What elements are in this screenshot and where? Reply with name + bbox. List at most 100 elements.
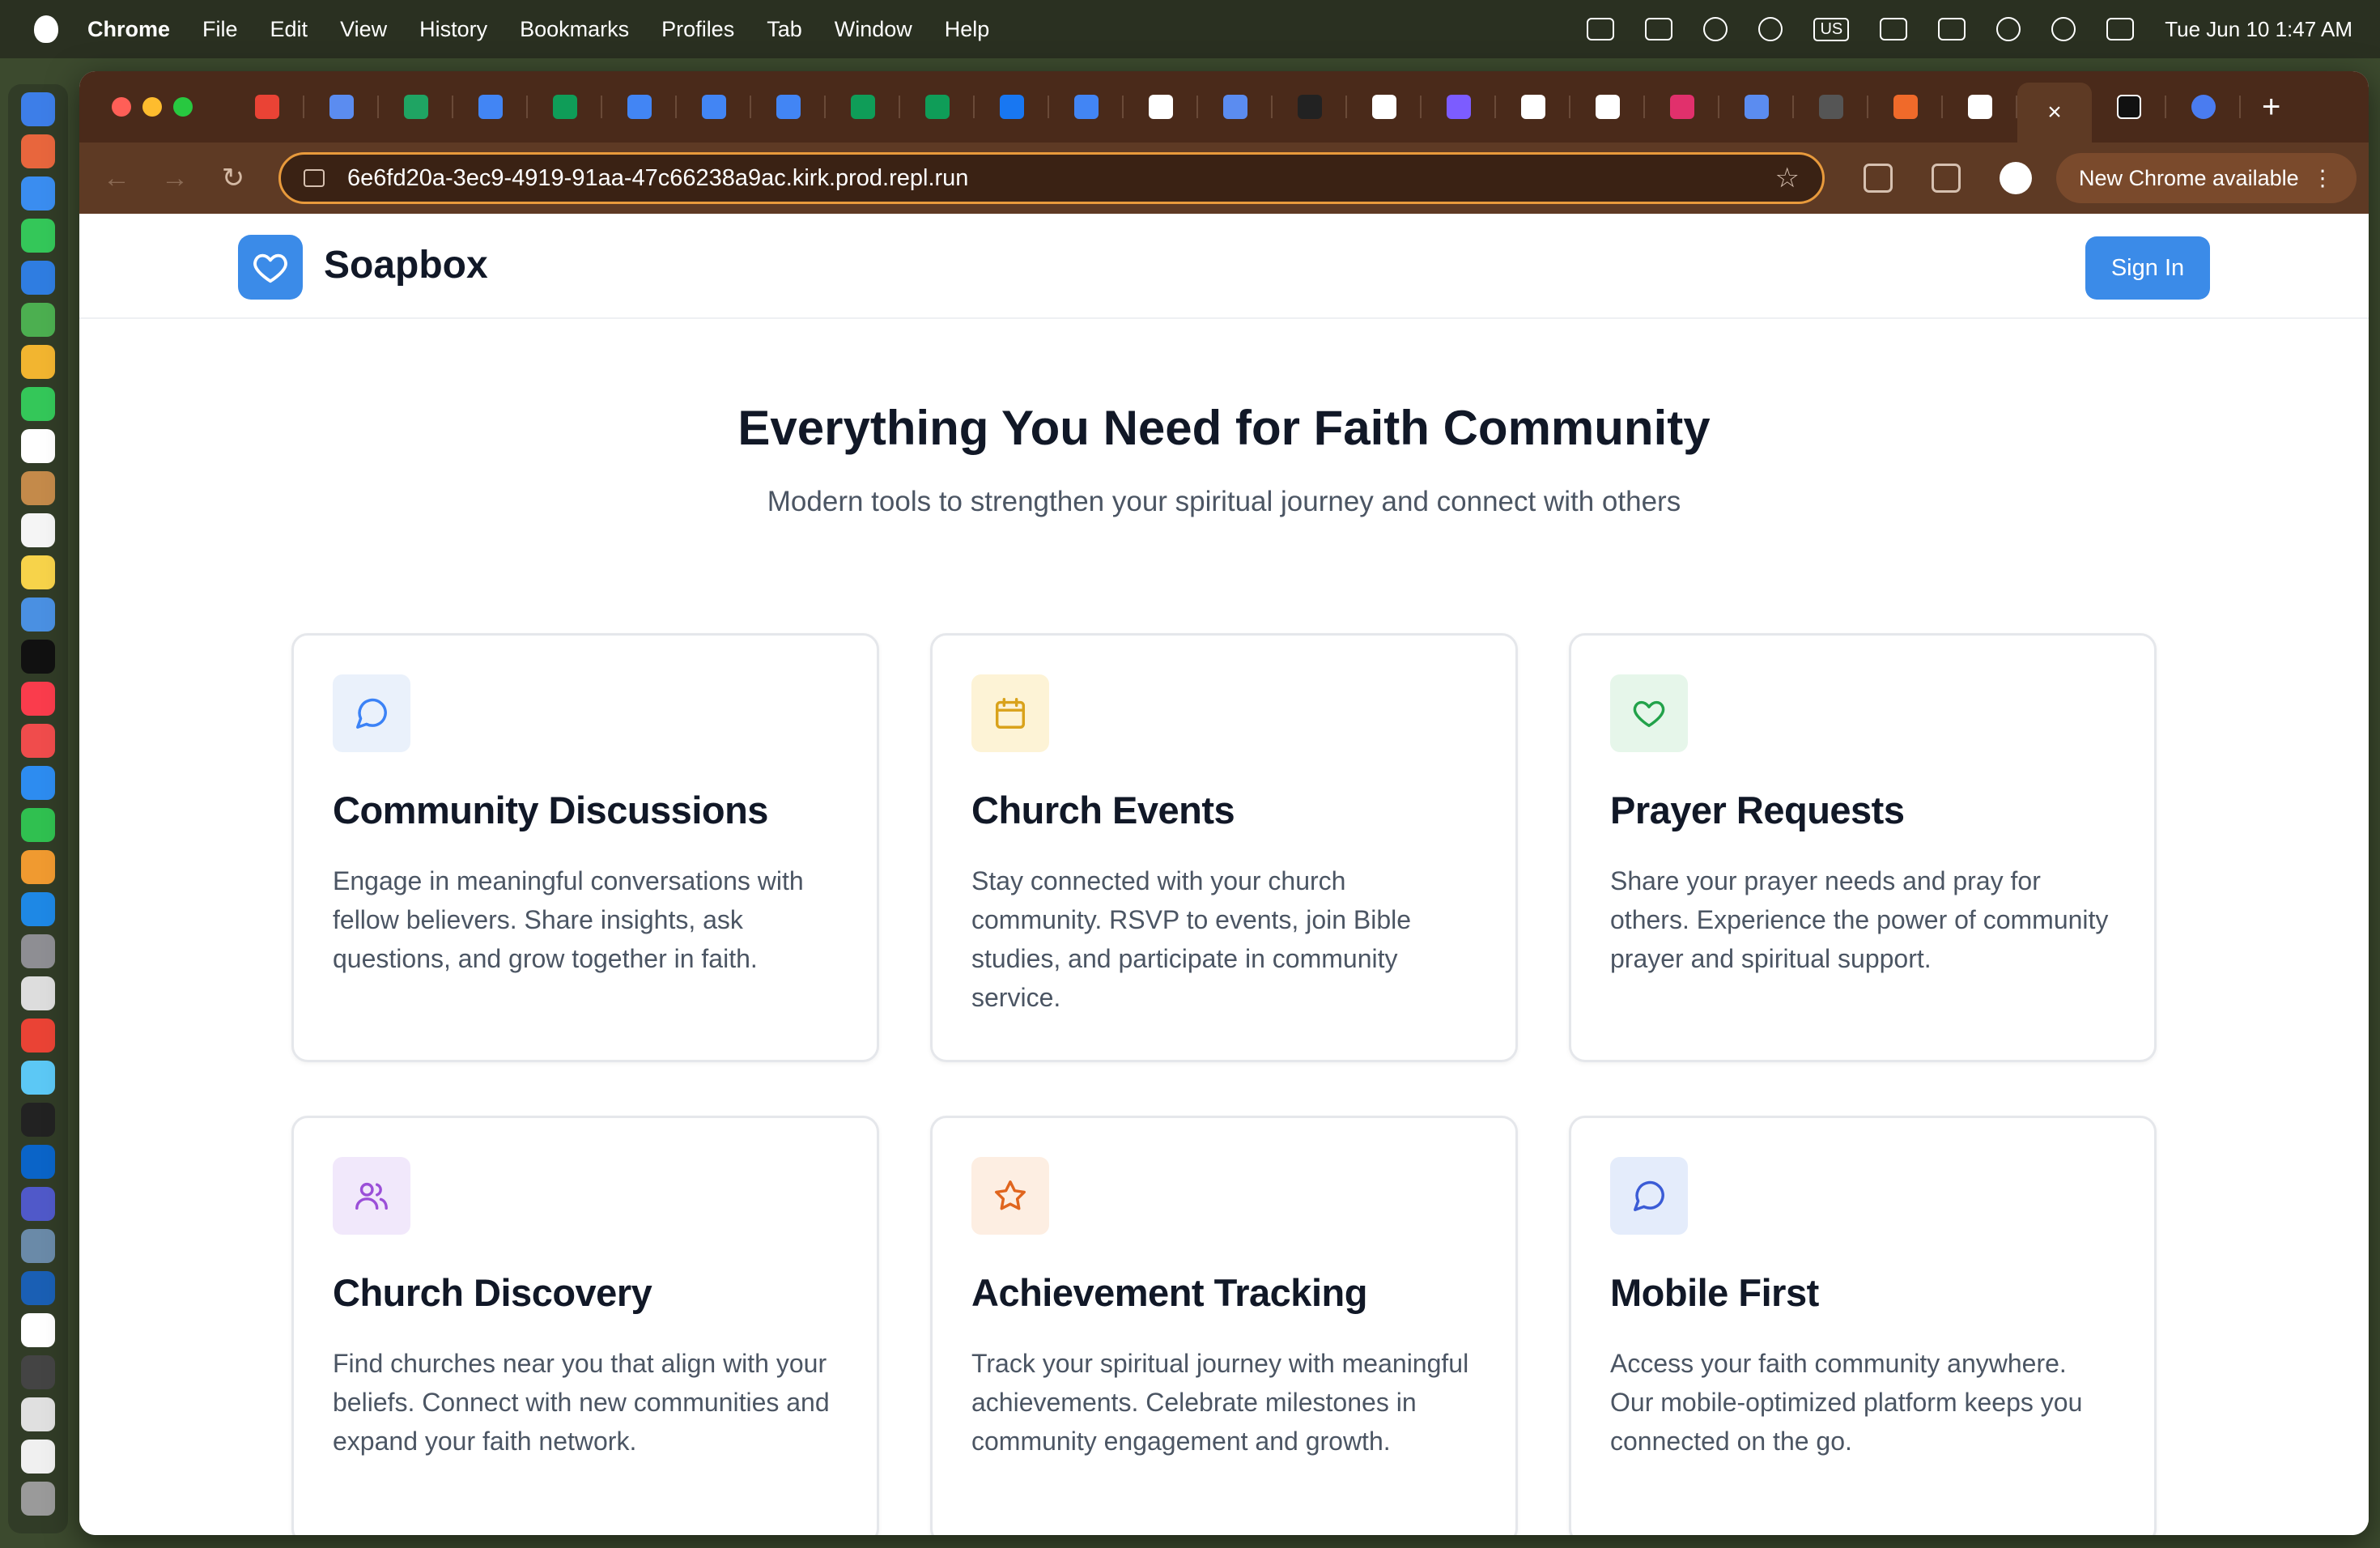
facetime-icon[interactable] [21,387,55,421]
tab[interactable] [453,71,528,142]
tab[interactable] [2166,71,2241,142]
menu-file[interactable]: File [202,17,238,42]
logo[interactable] [238,235,303,300]
address-bar[interactable]: 6e6fd20a-3ec9-4919-91aa-47c66238a9ac.kir… [278,152,1825,204]
menu-edit[interactable]: Edit [270,17,308,42]
more-menu-icon[interactable]: ⋮ [2312,166,2334,191]
numbers-icon[interactable] [21,808,55,842]
outlook-status-icon[interactable] [1645,18,1673,40]
messages-icon[interactable] [21,219,55,253]
contacts-icon[interactable] [21,471,55,505]
app-store-icon[interactable] [21,892,55,926]
spotlight-search-icon[interactable] [2051,17,2076,41]
menu-tab[interactable]: Tab [767,17,802,42]
wifi-icon[interactable] [1996,17,2021,41]
mail-icon[interactable] [21,261,55,295]
system-settings-icon[interactable] [21,934,55,968]
play-status-icon[interactable] [1758,17,1783,41]
menu-view[interactable]: View [340,17,387,42]
tab[interactable] [1794,71,1868,142]
calendar-dock-icon[interactable] [21,429,55,463]
active-tab[interactable]: × [2017,83,2092,142]
back-arrow-icon[interactable]: ← [87,163,146,194]
tab[interactable] [1198,71,1273,142]
tab[interactable] [1645,71,1719,142]
tab[interactable] [751,71,826,142]
battery-icon[interactable] [1938,18,1966,40]
apple-menu-icon[interactable] [34,15,58,43]
new-chrome-available-button[interactable]: New Chrome available ⋮ [2056,153,2357,203]
documents-icon[interactable] [21,1440,55,1474]
reload-icon[interactable]: ↻ [204,162,262,194]
news-icon[interactable] [21,724,55,758]
tab[interactable] [1496,71,1570,142]
calendar-dock-icon[interactable] [21,1313,55,1347]
close-window-button[interactable] [112,97,131,117]
tab[interactable] [1273,71,1347,142]
tab[interactable] [1124,71,1198,142]
music-icon[interactable] [21,682,55,716]
menu-history[interactable]: History [419,17,487,42]
control-center-icon[interactable] [2106,18,2135,40]
site-info-icon[interactable] [304,169,325,187]
bookmark-star-icon[interactable]: ☆ [1775,162,1800,194]
downloads-icon[interactable] [21,1397,55,1431]
tab[interactable] [1347,71,1422,142]
outlook-dock-icon[interactable] [21,1145,55,1179]
freeform-icon[interactable] [21,598,55,632]
minimize-window-button[interactable] [142,97,162,117]
preview-icon[interactable] [21,976,55,1010]
launchpad-icon[interactable] [21,134,55,168]
app-dock-icon[interactable] [21,1355,55,1389]
notes-icon[interactable] [21,555,55,589]
menu-app-name[interactable]: Chrome [87,17,170,42]
sign-in-button[interactable]: Sign In [2085,236,2210,300]
tab[interactable] [975,71,1049,142]
tab[interactable] [1719,71,1794,142]
tab[interactable] [230,71,304,142]
tab[interactable] [900,71,975,142]
trash-icon[interactable] [21,1482,55,1516]
extensions-icon[interactable] [1864,164,1893,193]
menu-clock[interactable]: Tue Jun 10 1:47 AM [2165,17,2352,42]
tab-search-icon[interactable] [1932,164,1961,193]
tab[interactable] [2092,71,2166,142]
pages-icon[interactable] [21,850,55,884]
forward-arrow-icon[interactable]: → [146,163,204,194]
tab[interactable] [1943,71,2017,142]
tab[interactable] [1049,71,1124,142]
url-text[interactable]: 6e6fd20a-3ec9-4919-91aa-47c66238a9ac.kir… [347,165,1775,192]
keyboard-layout-indicator[interactable]: US [1813,17,1850,41]
maps-icon[interactable] [21,303,55,337]
teams-status-icon[interactable] [1587,18,1615,40]
brand-name[interactable]: Soapbox [324,243,488,287]
teams-dock-icon[interactable] [21,1187,55,1221]
tab[interactable] [1868,71,1943,142]
sleep-status-icon[interactable] [1880,18,1908,40]
safari-icon[interactable] [21,176,55,211]
zoom-window-button[interactable] [173,97,193,117]
tab[interactable] [1570,71,1645,142]
tab[interactable] [602,71,677,142]
app-dock-icon[interactable] [21,1061,55,1095]
menu-help[interactable]: Help [945,17,990,42]
finder-icon[interactable] [21,92,55,126]
tab[interactable] [379,71,453,142]
apple-tv-icon[interactable] [21,640,55,674]
password-manager-icon[interactable] [21,1271,55,1305]
close-tab-icon[interactable]: × [2047,99,2062,126]
tab[interactable] [304,71,379,142]
keynote-icon[interactable] [21,766,55,800]
chrome-dock-icon[interactable] [21,1019,55,1053]
reminders-icon[interactable] [21,513,55,547]
app-dock-icon[interactable] [21,1229,55,1263]
new-tab-button[interactable]: + [2262,89,2280,125]
sync-status-icon[interactable] [1703,17,1728,41]
menu-profiles[interactable]: Profiles [661,17,734,42]
photos-icon[interactable] [21,345,55,379]
profile-avatar-icon[interactable] [2000,162,2032,194]
tab[interactable] [528,71,602,142]
menu-bookmarks[interactable]: Bookmarks [520,17,629,42]
tab[interactable] [826,71,900,142]
menu-window[interactable]: Window [835,17,912,42]
